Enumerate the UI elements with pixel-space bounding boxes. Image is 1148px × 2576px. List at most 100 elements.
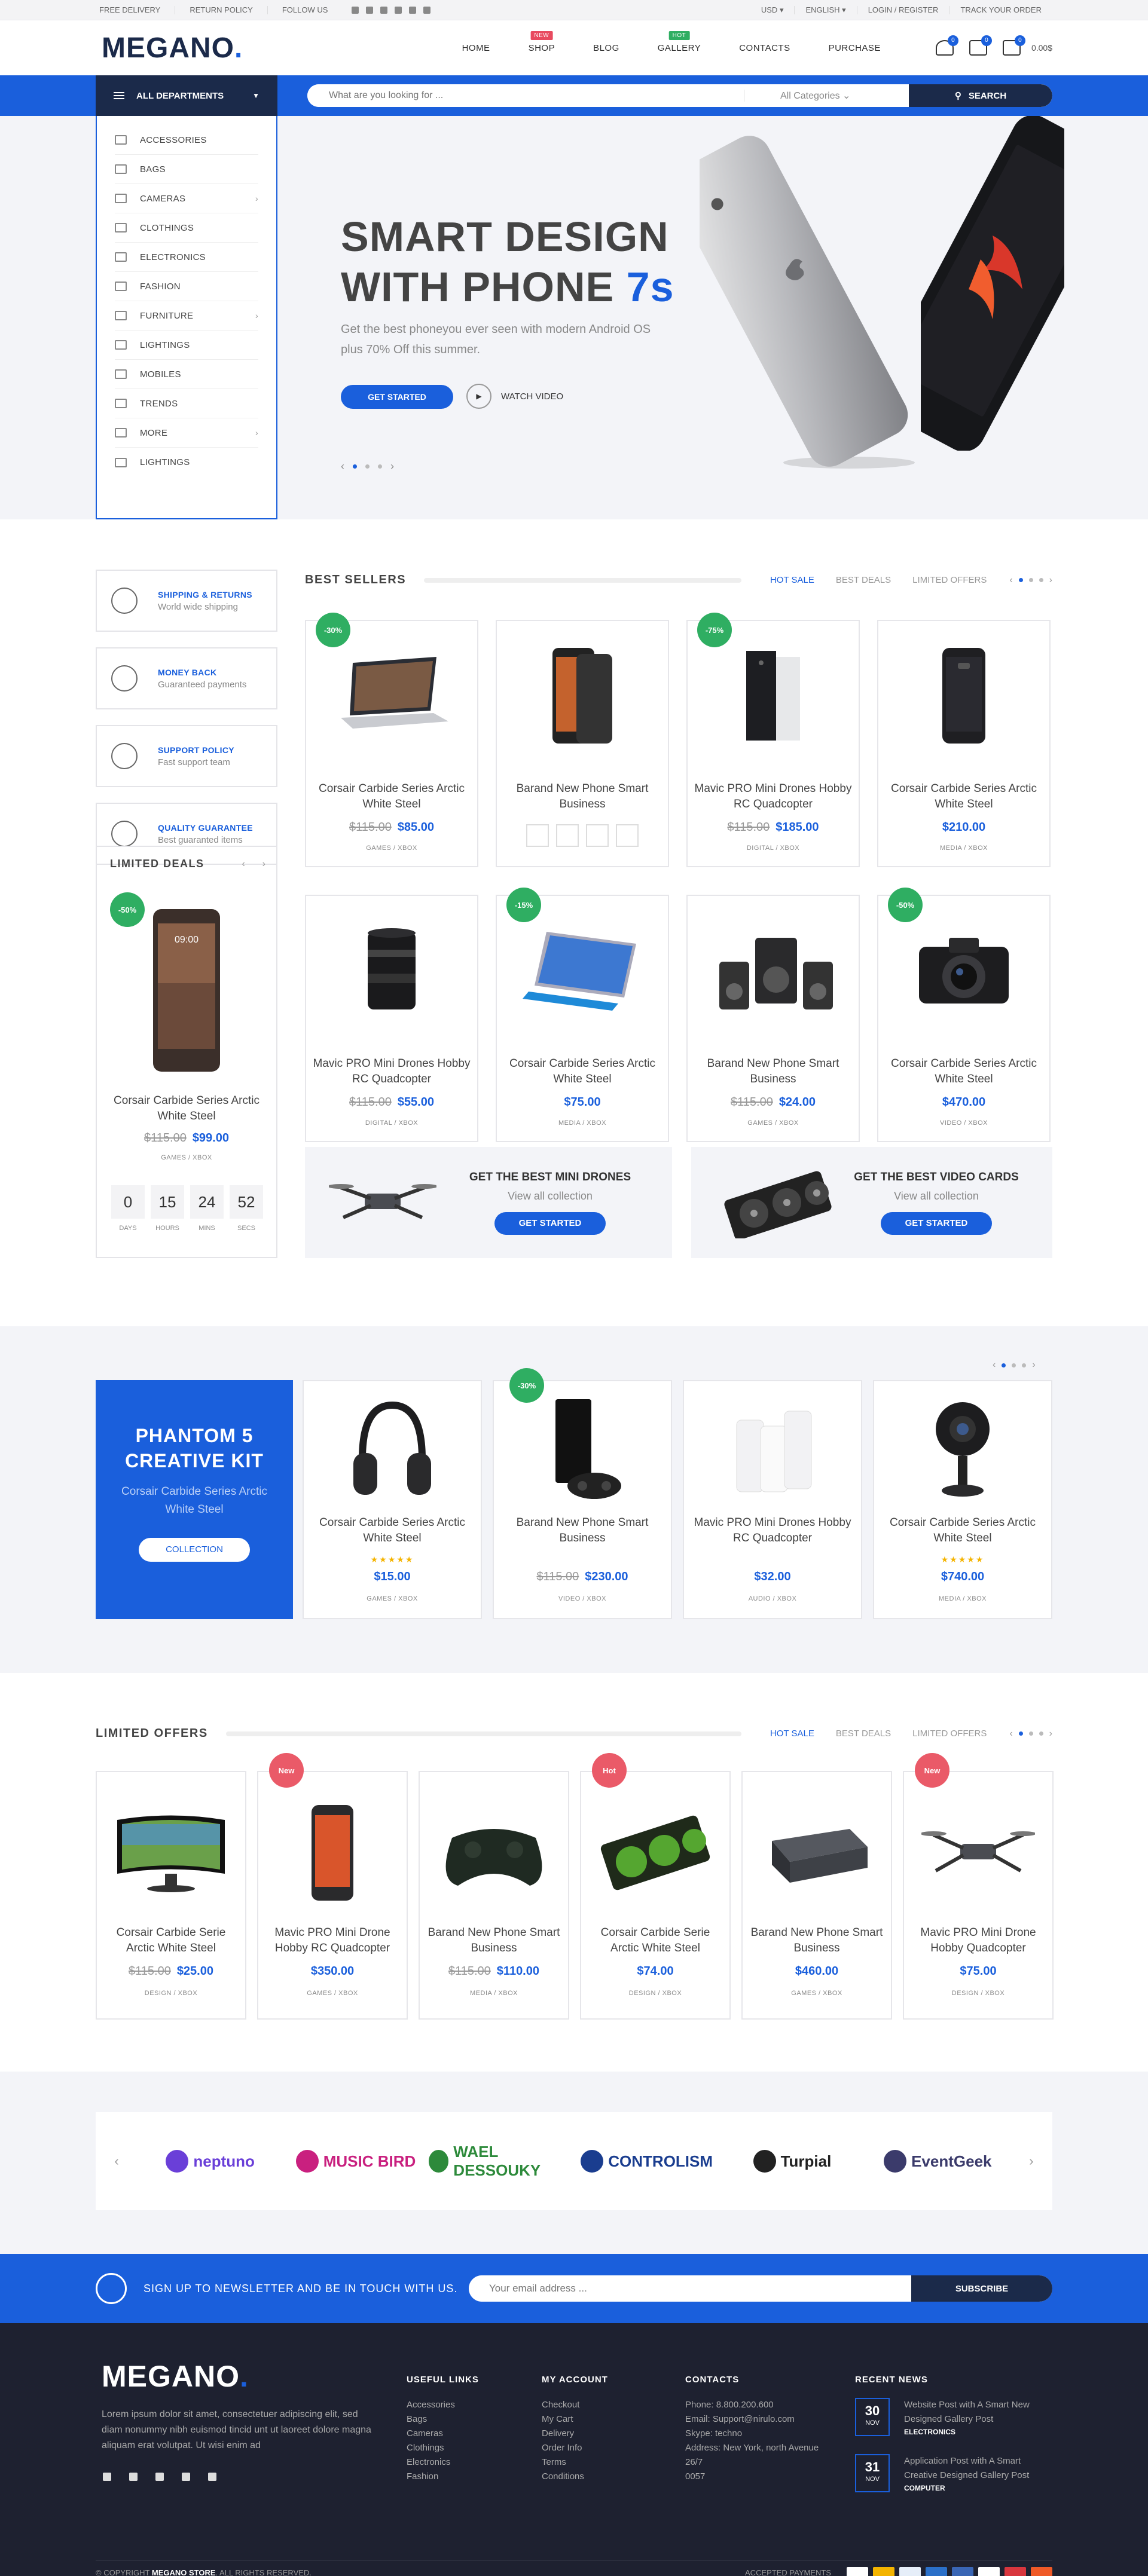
footer-link[interactable]: My Cart: [542, 2412, 608, 2427]
track-order-link[interactable]: Track Your Order: [949, 6, 1052, 14]
compare-icon[interactable]: [616, 824, 639, 847]
mail-icon[interactable]: [208, 2473, 216, 2481]
footer-logo[interactable]: MEGANO.: [102, 2359, 249, 2394]
carousel-dot[interactable]: [1028, 1731, 1033, 1736]
prev-arrow-icon[interactable]: ‹: [341, 460, 344, 473]
product-image[interactable]: [502, 920, 663, 1021]
all-departments-button[interactable]: All Departments ▼: [96, 75, 277, 116]
product-image[interactable]: [879, 1399, 1046, 1501]
product-card[interactable]: Mavic PRO Mini Drones Hobby RC Quadcopte…: [683, 1380, 862, 1619]
pinterest-icon[interactable]: [409, 7, 417, 14]
linkedin-icon[interactable]: [395, 7, 402, 14]
product-name[interactable]: Corsair Carbide Series Arctic White Stee…: [884, 1056, 1043, 1087]
pinterest-icon[interactable]: [182, 2473, 190, 2481]
product-name[interactable]: Corsair Carbide Series Arctic White Stee…: [312, 781, 471, 812]
footer-link[interactable]: Accessories: [407, 2398, 479, 2412]
product-card[interactable]: Corsair Carbide Series Arctic White Stee…: [877, 620, 1051, 867]
department-item[interactable]: Trends: [115, 389, 258, 418]
facebook-icon[interactable]: [352, 7, 359, 14]
product-name[interactable]: Barand New Phone Smart Business: [749, 1925, 885, 1956]
product-card[interactable]: Barand New Phone Smart Business $115.00 $2…: [493, 1380, 672, 1619]
department-item[interactable]: More ›: [115, 418, 258, 448]
product-image[interactable]: [499, 1399, 666, 1501]
slider-dot[interactable]: [365, 464, 370, 469]
slider-dot[interactable]: [378, 464, 382, 469]
promo-subtitle[interactable]: View all collection: [847, 1190, 1026, 1203]
product-name[interactable]: Mavic PRO Mini Drone Hobby Quadcopter: [910, 1925, 1046, 1956]
product-name[interactable]: Mavic PRO Mini Drones Hobby RC Quadcopte…: [694, 781, 853, 812]
product-card[interactable]: Corsair Carbide Series Arctic White Stee…: [496, 895, 669, 1142]
tab-best-deals[interactable]: Best Deals: [836, 1728, 891, 1739]
product-image[interactable]: [689, 1399, 856, 1501]
next-arrow-icon[interactable]: ›: [390, 460, 394, 473]
product-card[interactable]: Mavic PRO Mini Drone Hobby RC Quadcopter…: [257, 1771, 408, 2020]
product-name[interactable]: Corsair Carbide Series Arctic White Stee…: [503, 1056, 662, 1087]
product-card[interactable]: Barand New Phone Smart Business $115.00 $2…: [686, 895, 860, 1142]
newsletter-email-input[interactable]: [469, 2275, 911, 2302]
wishlist-icon[interactable]: [526, 824, 549, 847]
product-image[interactable]: [311, 645, 472, 747]
product-name[interactable]: Corsair Carbide Series Arctic White Stee…: [103, 1093, 270, 1124]
product-name[interactable]: Corsair Carbide Series Arctic White Stee…: [884, 781, 1043, 812]
product-image[interactable]: [502, 645, 663, 747]
currency-select[interactable]: USD ▾: [750, 6, 795, 14]
footer-link[interactable]: Order Info: [542, 2441, 608, 2455]
department-item[interactable]: Lightings: [115, 448, 258, 477]
news-item[interactable]: 30 Nov Website Post with A Smart New Desig…: [855, 2398, 1048, 2436]
twitter-icon[interactable]: [366, 7, 374, 14]
youtube-icon[interactable]: [380, 7, 388, 14]
carousel-dot[interactable]: [1039, 578, 1043, 582]
department-item[interactable]: Electronics: [115, 243, 258, 272]
footer-link[interactable]: Terms: [542, 2455, 608, 2470]
prev-arrow-icon[interactable]: ‹: [1009, 1728, 1012, 1739]
logo[interactable]: MEGANO.: [102, 32, 243, 65]
product-card[interactable]: Mavic PRO Mini Drone Hobby Quadcopter $75…: [903, 1771, 1054, 2020]
brand-logo[interactable]: WAEL DESSOUKY: [428, 2143, 574, 2180]
carousel-dot[interactable]: [1012, 1363, 1016, 1367]
department-item[interactable]: Accessories: [115, 126, 258, 155]
tab-best-deals[interactable]: Best Deals: [836, 575, 891, 585]
product-name[interactable]: Corsair Carbide Series Arctic White Stee…: [880, 1515, 1045, 1546]
search-button[interactable]: ⚲ Search: [909, 84, 1052, 107]
product-name[interactable]: Barand New Phone Smart Business: [426, 1925, 562, 1956]
product-name[interactable]: Mavic PRO Mini Drone Hobby RC Quadcopter: [264, 1925, 401, 1956]
product-card[interactable]: Mavic PRO Mini Drones Hobby RC Quadcopte…: [305, 895, 478, 1142]
tab-limited-offers[interactable]: Limited Offers: [912, 1728, 987, 1739]
product-card[interactable]: Corsair Carbide Serie Arctic White Steel…: [96, 1771, 246, 2020]
product-image[interactable]: [692, 645, 854, 747]
login-register-link[interactable]: Login / Register: [856, 6, 949, 14]
footer-link[interactable]: Fashion: [407, 2470, 479, 2484]
news-tag[interactable]: Electronics: [904, 2428, 1048, 2436]
category-select[interactable]: All Categories ⌄: [744, 90, 909, 102]
product-image[interactable]: [883, 645, 1045, 747]
collection-button[interactable]: Collection: [139, 1538, 250, 1562]
product-card[interactable]: Mavic PRO Mini Drones Hobby RC Quadcopte…: [686, 620, 860, 867]
carousel-dot[interactable]: [1028, 578, 1033, 582]
news-tag[interactable]: Computer: [904, 2484, 1048, 2492]
search-input[interactable]: [307, 84, 744, 107]
add-to-cart-icon[interactable]: [586, 824, 609, 847]
promo-get-started-button[interactable]: Get Started: [494, 1211, 606, 1235]
next-arrow-icon[interactable]: ›: [1010, 2153, 1052, 2169]
product-card[interactable]: Corsair Carbide Series Arctic White Stee…: [877, 895, 1051, 1142]
department-item[interactable]: Clothings: [115, 213, 258, 243]
carousel-dot[interactable]: [1018, 1731, 1023, 1736]
quick-view-icon[interactable]: [556, 824, 579, 847]
product-name[interactable]: Corsair Carbide Serie Arctic White Steel: [103, 1925, 239, 1956]
watch-video-button[interactable]: ▶ Watch Video: [466, 384, 563, 409]
product-image[interactable]: [909, 1802, 1048, 1904]
next-arrow-icon[interactable]: ›: [1049, 1728, 1052, 1739]
product-card[interactable]: Corsair Carbide Series Arctic White Stee…: [305, 620, 478, 867]
tab-hot-sale[interactable]: Hot Sale: [770, 1728, 814, 1739]
slider-dot[interactable]: [353, 464, 357, 469]
product-image[interactable]: [311, 920, 472, 1021]
footer-link[interactable]: Bags: [407, 2412, 479, 2427]
product-card[interactable]: Barand New Phone Smart Business $115.00 $1…: [419, 1771, 569, 2020]
product-name[interactable]: Barand New Phone Smart Business: [694, 1056, 853, 1087]
tab-limited-offers[interactable]: Limited Offers: [912, 575, 987, 585]
carousel-dot[interactable]: [1039, 1731, 1043, 1736]
brand-logo[interactable]: Turpial: [719, 2150, 865, 2173]
linkedin-icon[interactable]: [155, 2473, 164, 2481]
brand-logo[interactable]: CONTROLISM: [574, 2150, 719, 2173]
tab-hot-sale[interactable]: Hot Sale: [770, 575, 814, 585]
